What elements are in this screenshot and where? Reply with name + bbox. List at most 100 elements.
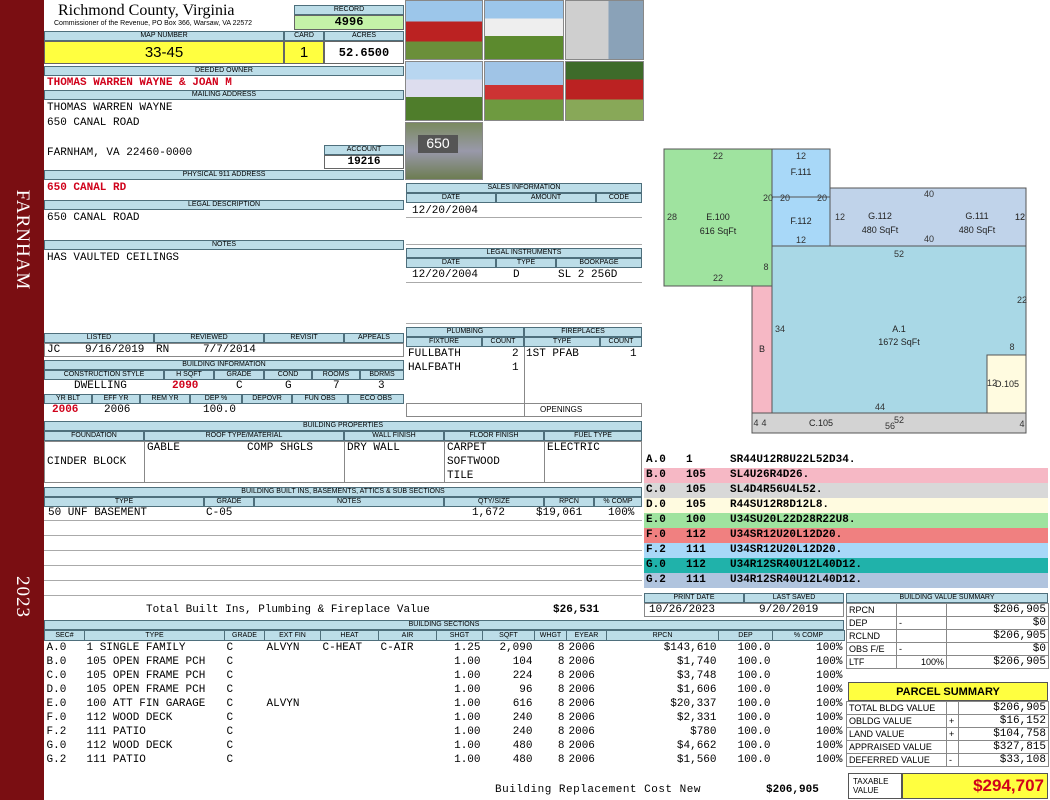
- section-cell: 616: [512, 697, 533, 710]
- section-cell: [379, 753, 437, 767]
- section-row: B.0 105 OPEN FRAME PCH C 1.00 104 8 2006 $1,740…: [45, 655, 845, 669]
- sketch-dim: 40: [924, 189, 934, 199]
- section-cell: 100%: [816, 683, 843, 696]
- sales-date: 12/20/2004: [412, 205, 479, 217]
- parcel-cell: APPRAISED VALUE: [846, 740, 947, 754]
- floor-finish-3: TILE: [447, 470, 474, 482]
- taxable-label-2: VALUE: [853, 786, 879, 795]
- reviewed-label: REVIEWED: [154, 333, 264, 343]
- floor-finish-2: SOFTWOOD: [447, 456, 500, 468]
- sketch-sequences: A.0 1 SR44U12R8U22L52D34. B.0 105 SL4U26R4D26…: [644, 453, 1048, 588]
- year-built: 2006: [52, 404, 79, 416]
- listed-by: JC: [47, 344, 61, 356]
- print-row: 10/26/2023 9/20/2019: [644, 603, 844, 617]
- parcel-cell: [946, 740, 959, 754]
- builtins-total: $26,531: [553, 604, 600, 616]
- sidebar-year: 2023: [12, 576, 33, 618]
- account-number: 19216: [324, 155, 404, 169]
- summary-cell: $0: [946, 642, 1049, 656]
- parcel-row: TOTAL BLDG VALUE $206,905: [846, 701, 1049, 715]
- section-row: F.0 112 WOOD DECK C 1.00 240 8 2006 $2,331 100.0…: [45, 711, 845, 725]
- depreciation-pct: 100.0: [203, 404, 237, 416]
- summary-row: OBS F/E - $0: [846, 642, 1049, 656]
- sidebar-city: FARNHAM: [12, 189, 33, 291]
- section-row: G.0 112 WOOD DECK C 1.00 480 8 2006 $4,662 100.0…: [45, 739, 845, 753]
- sk-label-g111: G.111: [965, 211, 988, 221]
- section-cell: [321, 669, 379, 683]
- building-cols-2: YR BLT EFF YR REM YR DEP % DEPOVR FUN OB…: [44, 394, 404, 404]
- sketch-dim: 12: [796, 151, 806, 161]
- grade-value: C: [236, 380, 243, 392]
- address-label: PHYSICAL 911 ADDRESS: [44, 170, 404, 180]
- sketch-dim: 56: [885, 421, 895, 431]
- section-cell: 1.00: [454, 725, 481, 738]
- print-date: 10/26/2023: [649, 604, 716, 616]
- notes-label: NOTES: [44, 240, 404, 250]
- sk-label-a-area: 1672 SqFt: [878, 337, 920, 347]
- sections-col: % COMP: [772, 630, 845, 641]
- photo-outbuilding: [565, 61, 644, 121]
- photo-barn: [405, 0, 483, 60]
- section-row: [45, 767, 845, 781]
- sequence-seq: U34SR12U20L12D20.: [730, 529, 843, 541]
- col-funobs: FUN OBS: [292, 394, 348, 404]
- builtins-table: 50 UNF BASEMENT C-05 1,672 $19,061 100%: [44, 507, 642, 605]
- section-cell: [379, 711, 437, 725]
- bi-col-grade: GRADE: [204, 497, 254, 507]
- section-cell: 1.00: [454, 697, 481, 710]
- sketch-dim: 12: [1015, 212, 1025, 222]
- summary-cell: $206,905: [946, 603, 1049, 617]
- sections-label: BUILDING SECTIONS: [44, 620, 844, 630]
- parcel-cell: +: [946, 714, 959, 728]
- fuel-type: ELECTRIC: [547, 442, 600, 454]
- reviewed-date: 7/7/2014: [203, 344, 256, 356]
- section-cell: $2,331: [676, 711, 717, 724]
- section-cell: 100%: [816, 753, 843, 766]
- sk-label-f111: F.111: [791, 167, 812, 177]
- record-label: RECORD: [294, 5, 404, 15]
- sales-col-date: DATE: [406, 193, 496, 203]
- section-cell: 2006: [568, 697, 595, 710]
- sections-table: SEC# TYPE GRADE EXT FIN HEAT AIR SHGT SQFT WHGT E…: [44, 630, 845, 781]
- fireplace-type-1: 1ST PFAB: [526, 348, 579, 360]
- fireplaces-label: FIREPLACES: [524, 327, 642, 337]
- section-cell: C-HEAT: [322, 641, 363, 654]
- bi-type: 50 UNF BASEMENT: [48, 507, 148, 519]
- wall-finish: DRY WALL: [347, 442, 400, 454]
- sequence-code: 112: [686, 559, 706, 571]
- section-cell: $1,740: [676, 655, 717, 668]
- section-cell: 2006: [568, 683, 595, 696]
- section-row: A.0 1 SINGLE FAMILY C ALVYN C-HEAT C-AIR 1.25 2…: [45, 641, 845, 655]
- section-cell: C.0: [46, 669, 67, 682]
- instrument-date: 12/20/2004: [412, 269, 479, 281]
- sk-label-e: E.100: [706, 212, 730, 222]
- parcel-row: OBLDG VALUE + $16,152: [846, 714, 1049, 728]
- section-cell: C: [226, 697, 234, 710]
- sequence-seq: SR44U12R8U22L52D34.: [730, 454, 856, 466]
- section-cell: [265, 655, 321, 669]
- bi-col-qty: QTY/SIZE: [444, 497, 544, 507]
- building-info-label: BUILDING INFORMATION: [44, 360, 404, 370]
- summary-cell: OBS F/E: [846, 642, 897, 656]
- acres-label: ACRES: [324, 31, 404, 41]
- section-cell: $4,662: [676, 739, 717, 752]
- sections-col: TYPE: [84, 630, 225, 641]
- builtins-total-label: Total Built Ins, Plumbing & Fireplace Va…: [146, 604, 430, 616]
- replacement-label: Building Replacement Cost New: [495, 784, 701, 796]
- sales-col-amount: AMOUNT: [496, 193, 596, 203]
- section-cell: 8: [557, 753, 565, 766]
- section-cell: C: [226, 655, 234, 668]
- summary-cell: LTF: [846, 655, 897, 669]
- section-cell: 2006: [568, 711, 595, 724]
- section-cell: G.0: [46, 739, 67, 752]
- sidebar: FARNHAM 2023: [0, 0, 44, 800]
- sketch-dim: 28: [667, 212, 677, 222]
- sequence-row: G.2 111 U34R12SR40U12L40D12.: [644, 573, 1048, 588]
- photo-house-front: [484, 0, 564, 60]
- sales-label: SALES INFORMATION: [406, 183, 642, 193]
- summary-cell: [896, 629, 947, 643]
- col-remyr: REM YR: [140, 394, 190, 404]
- section-cell: 100.0: [737, 655, 771, 668]
- plumbing-count-2: 1: [512, 362, 519, 374]
- section-cell: $1,606: [676, 683, 717, 696]
